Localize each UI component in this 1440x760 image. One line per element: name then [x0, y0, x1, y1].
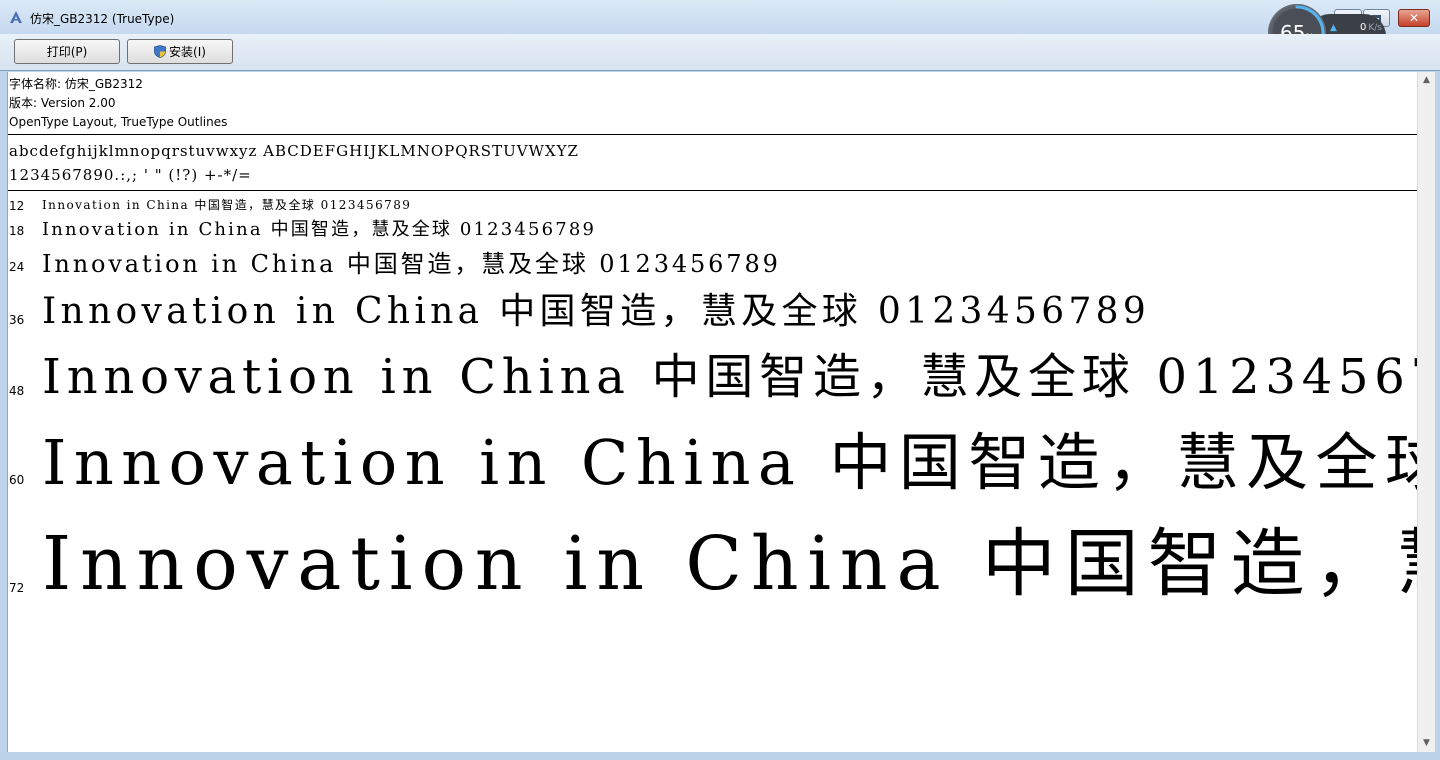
close-icon: ✕	[1408, 11, 1420, 25]
sample-size-label: 12	[9, 199, 25, 213]
font-info: 字体名称: 仿宋_GB2312 版本: Version 2.00 OpenTyp…	[9, 75, 227, 132]
sample-size-label: 36	[9, 313, 25, 327]
charset-letters: abcdefghijklmnopqrstuvwxyz ABCDEFGHIJKLM…	[9, 142, 579, 160]
sample-text: Innovation in China 中国智造，慧及全球 0123456789	[42, 426, 1418, 499]
sample-size-label: 24	[9, 260, 25, 274]
sample-size-label: 48	[9, 384, 25, 398]
font-version-line: 版本: Version 2.00	[9, 96, 116, 110]
sample-size-label: 60	[9, 473, 25, 487]
font-app-icon	[10, 11, 22, 23]
toolbar: 打印(P) 安装(I)	[0, 34, 1440, 71]
divider	[8, 190, 1418, 191]
sample-text: Innovation in China 中国智造，慧及全球 0123456789	[42, 219, 597, 240]
sample-text: Innovation in China 中国智造，慧及全球 0123456789	[42, 198, 412, 212]
font-name-line: 字体名称: 仿宋_GB2312	[9, 77, 143, 91]
sample-text: Innovation in China 中国智造，慧及全球 0123456789	[42, 291, 1151, 332]
scroll-down-icon[interactable]: ▼	[1418, 735, 1435, 752]
uac-shield-icon	[154, 45, 166, 58]
scroll-up-icon[interactable]: ▲	[1418, 72, 1435, 89]
upload-value: 0	[1360, 22, 1367, 33]
install-label: 安装(I)	[169, 45, 206, 59]
font-preview-area[interactable]: 字体名称: 仿宋_GB2312 版本: Version 2.00 OpenTyp…	[7, 72, 1418, 752]
upload-arrow-icon: ▲	[1330, 22, 1337, 33]
title-bar: 仿宋_GB2312 (TrueType) ✕	[0, 0, 1440, 34]
upload-speed: ▲ 0 K/s	[1330, 22, 1382, 33]
charset-symbols: 1234567890.:,; ' " (!?) +-*/=	[9, 166, 252, 184]
sample-size-label: 72	[9, 581, 25, 595]
divider	[8, 134, 1418, 135]
sample-size-label: 18	[9, 224, 25, 238]
print-button[interactable]: 打印(P)	[14, 39, 120, 64]
sample-text: Innovation in China 中国智造，慧及全球 0123456789	[42, 250, 781, 278]
close-button[interactable]: ✕	[1398, 9, 1430, 27]
install-button[interactable]: 安装(I)	[127, 39, 233, 64]
vertical-scrollbar[interactable]: ▲ ▼	[1417, 72, 1435, 752]
upload-unit: K/s	[1368, 22, 1382, 33]
sample-text: Innovation in China 中国智造，慧及全球 0123456789	[42, 521, 1418, 607]
window-title: 仿宋_GB2312 (TrueType)	[30, 12, 175, 26]
sample-text: Innovation in China 中国智造，慧及全球 0123456789	[42, 349, 1418, 405]
font-type-line: OpenType Layout, TrueType Outlines	[9, 115, 228, 129]
